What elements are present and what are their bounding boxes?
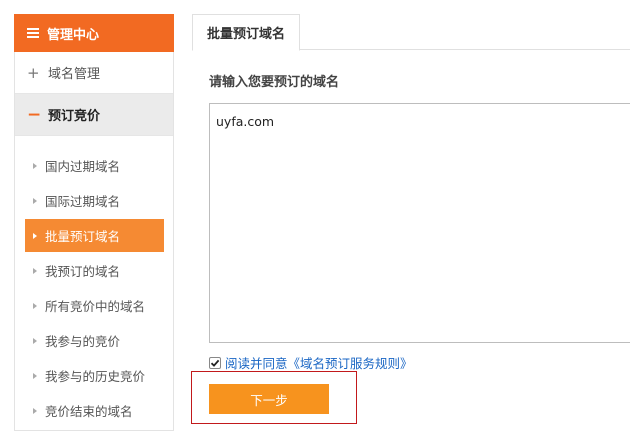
caret-right-icon — [33, 232, 37, 239]
sidebar-item-label: 批量预订域名 — [45, 229, 121, 244]
expand-icon: + — [27, 63, 40, 82]
menu-icon — [27, 28, 39, 38]
sidebar-item-label: 我参与的历史竞价 — [45, 369, 146, 384]
sidebar-item-label: 我预订的域名 — [45, 264, 121, 279]
caret-right-icon — [33, 302, 37, 309]
sidebar-item-label: 竞价结束的域名 — [45, 404, 133, 419]
sidebar-header-label: 管理中心 — [47, 27, 100, 43]
caret-right-icon — [33, 407, 37, 414]
sidebar-item-label: 所有竞价中的域名 — [45, 299, 146, 314]
next-step-button[interactable]: 下一步 — [209, 384, 329, 414]
sidebar-group-label: 预订竞价 — [48, 109, 101, 124]
sidebar-group-reservation-bidding[interactable]: − 预订竞价 — [15, 94, 173, 136]
caret-right-icon — [33, 372, 37, 379]
sidebar-header[interactable]: 管理中心 — [14, 14, 174, 52]
domain-input-prompt: 请输入您要预订的域名 — [209, 75, 340, 90]
sidebar: 管理中心 + 域名管理 − 预订竞价 国内过期域名 国际过期域名 批量预订域名 … — [14, 14, 174, 431]
sidebar-item-all-bidding[interactable]: 所有竞价中的域名 — [15, 288, 173, 323]
sidebar-group-domain-management[interactable]: + 域名管理 — [15, 52, 173, 94]
terms-link[interactable]: 阅读并同意《域名预订服务规则》 — [225, 353, 413, 372]
tab-bulk-reserve[interactable]: 批量预订域名 — [192, 14, 301, 51]
sidebar-item-label: 我参与的竞价 — [45, 334, 121, 349]
collapse-icon: − — [27, 104, 42, 125]
sidebar-item-domestic-expired[interactable]: 国内过期域名 — [15, 148, 173, 183]
sidebar-item-label: 国际过期域名 — [45, 194, 121, 209]
caret-right-icon — [33, 267, 37, 274]
sidebar-item-my-bid-history[interactable]: 我参与的历史竞价 — [15, 358, 173, 393]
tab-bar: 批量预订域名 — [192, 14, 630, 51]
caret-right-icon — [33, 162, 37, 169]
sidebar-item-ended-bids[interactable]: 竞价结束的域名 — [15, 393, 173, 428]
sidebar-item-label: 国内过期域名 — [45, 159, 121, 174]
agree-terms: 阅读并同意《域名预订服务规则》 — [209, 353, 413, 372]
caret-right-icon — [33, 337, 37, 344]
sidebar-item-my-bids[interactable]: 我参与的竞价 — [15, 323, 173, 358]
sidebar-item-bulk-reserve[interactable]: 批量预订域名 — [25, 219, 164, 252]
domains-textarea[interactable] — [209, 103, 630, 343]
sidebar-item-my-reserved[interactable]: 我预订的域名 — [15, 253, 173, 288]
sidebar-submenu: 国内过期域名 国际过期域名 批量预订域名 我预订的域名 所有竞价中的域名 我参与… — [15, 136, 173, 428]
sidebar-item-international-expired[interactable]: 国际过期域名 — [15, 183, 173, 218]
check-icon — [210, 359, 220, 367]
caret-right-icon — [33, 197, 37, 204]
sidebar-group-label: 域名管理 — [48, 67, 101, 82]
agree-checkbox[interactable] — [209, 356, 221, 369]
